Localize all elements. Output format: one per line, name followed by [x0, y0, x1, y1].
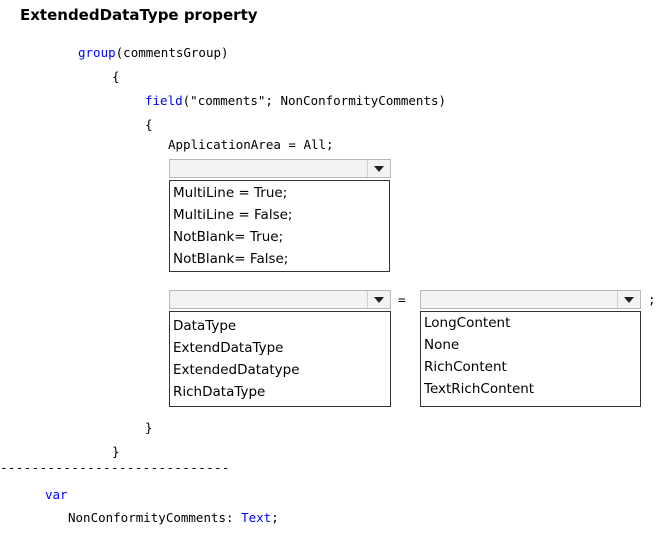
field-close-brace: }	[145, 420, 153, 435]
property-dropdown-1[interactable]	[169, 159, 391, 178]
list-item[interactable]: TextRichContent	[421, 378, 640, 400]
group-open-brace: {	[112, 69, 120, 84]
property-value-dropdown[interactable]	[420, 290, 641, 309]
field-arguments: ("comments"; NonConformityComments)	[182, 93, 447, 108]
property-value-dropdown-arrow[interactable]	[617, 291, 640, 308]
property-name-dropdown-list: DataType ExtendDataType ExtendedDatatype…	[169, 311, 391, 407]
list-item[interactable]: MultiLine = False;	[170, 204, 389, 226]
semicolon: ;	[648, 292, 656, 307]
list-item[interactable]: RichContent	[421, 356, 640, 378]
list-item[interactable]: ExtendDataType	[170, 337, 390, 359]
list-item[interactable]: LongContent	[421, 312, 640, 334]
property-dropdown-1-list: MultiLine = True; MultiLine = False; Not…	[169, 180, 390, 272]
group-argument: (commentsGroup)	[115, 45, 229, 60]
property-value-dropdown-list: LongContent None RichContent TextRichCon…	[420, 311, 641, 407]
separator-line: -----------------------------	[0, 460, 230, 475]
group-line: group(commentsGroup)	[78, 45, 229, 61]
list-item[interactable]: DataType	[170, 315, 390, 337]
list-item[interactable]: RichDataType	[170, 381, 390, 403]
application-area-line: ApplicationArea = All;	[168, 137, 334, 152]
list-item[interactable]: NotBlank= True;	[170, 226, 389, 248]
property-name-dropdown[interactable]	[169, 290, 391, 309]
var-declaration: NonConformityComments: Text;	[68, 510, 279, 526]
group-close-brace: }	[112, 444, 120, 459]
list-item[interactable]: None	[421, 334, 640, 356]
chevron-down-icon	[374, 297, 384, 303]
question-title: ExtendedDataType property	[20, 6, 258, 24]
var-keyword: var	[45, 487, 68, 502]
equals-sign: =	[398, 292, 406, 307]
property-name-dropdown-arrow[interactable]	[367, 291, 390, 308]
field-keyword: field	[145, 93, 183, 108]
var-name: NonConformityComments:	[68, 510, 242, 525]
list-item[interactable]: ExtendedDatatype	[170, 359, 390, 381]
property-dropdown-1-arrow[interactable]	[367, 160, 390, 177]
list-item[interactable]: MultiLine = True;	[170, 182, 389, 204]
list-item[interactable]: NotBlank= False;	[170, 248, 389, 270]
group-keyword: group	[78, 45, 116, 60]
chevron-down-icon	[374, 166, 384, 172]
var-type: Text	[241, 510, 272, 525]
field-line: field("comments"; NonConformityComments)	[145, 93, 446, 109]
field-open-brace: {	[145, 117, 153, 132]
var-end: ;	[271, 510, 279, 525]
chevron-down-icon	[624, 297, 634, 303]
